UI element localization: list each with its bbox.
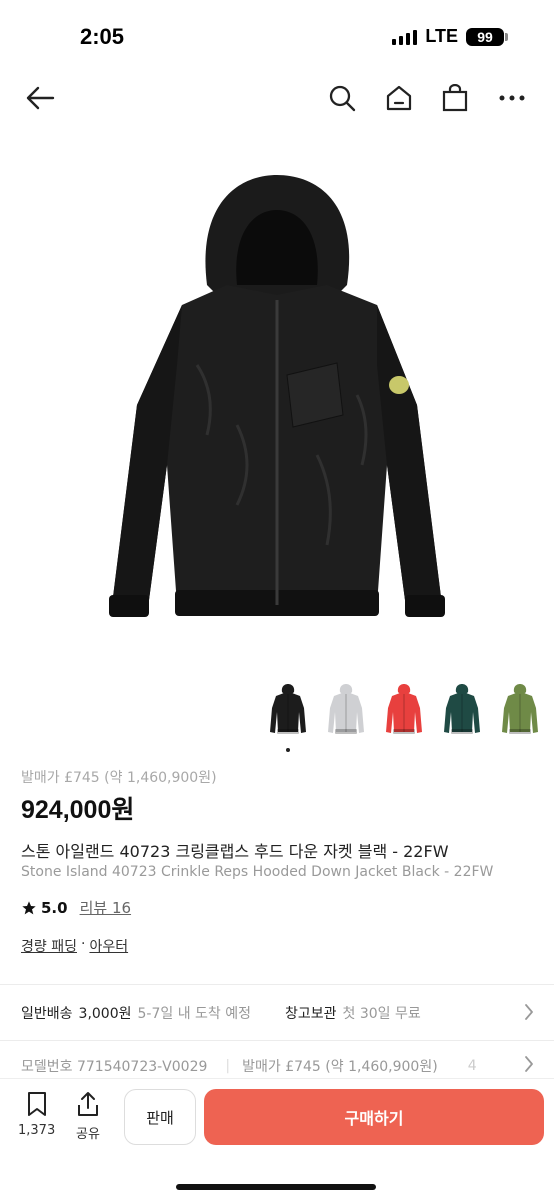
bag-button[interactable] [437,80,473,116]
status-indicators: LTE 99 [392,26,508,47]
jacket-thumbnail-icon [502,684,538,734]
status-bar: 2:05 LTE 99 [0,0,554,70]
shipping-fee: 3,000원 [78,1006,132,1022]
price: 924,000원 [21,796,135,824]
share-button[interactable]: 공유 [76,1091,100,1142]
top-nav [0,70,554,126]
color-thumbnail-red[interactable] [384,684,424,738]
category-separator: · [80,936,86,952]
model-number: 모델번호 771540723-V0029 [21,1059,208,1075]
more-button[interactable] [494,80,530,116]
divider [0,984,554,985]
share-label: 공유 [76,1127,100,1142]
signal-icon [392,29,418,45]
category-link-outer[interactable]: 아우터 [89,936,128,956]
bookmark-icon [27,1092,46,1116]
home-button[interactable] [381,80,417,116]
selected-indicator [286,748,290,752]
storage-label: 창고보관 [285,1006,337,1022]
color-thumbnail-grey[interactable] [326,684,366,738]
shipping-row[interactable]: 일반배송 3,000원 5-7일 내 도착 예정 창고보관 첫 30일 무료 [21,1001,534,1025]
rating-value: 5.0 [41,898,68,917]
buy-button[interactable]: 구매하기 [204,1089,544,1145]
category-link-light-padding[interactable]: 경량 패딩 [21,936,77,956]
original-price: 발매가 £745 (약 1,460,900원) [21,770,217,786]
product-info-row[interactable]: 모델번호 771540723-V0029 | 발매가 £745 (약 1,460… [21,1055,534,1077]
wish-button[interactable]: 1,373 [18,1091,55,1138]
jacket-thumbnail-icon [444,684,480,734]
jacket-thumbnail-icon [270,684,306,734]
share-icon [78,1092,98,1116]
search-button[interactable] [324,80,360,116]
divider [0,1040,554,1041]
network-label: LTE [425,26,458,46]
jacket-thumbnail-icon [328,684,364,734]
more-horizontal-icon [499,95,525,101]
color-thumbnail-olive[interactable] [500,684,540,738]
search-icon [329,85,356,112]
chevron-right-icon [518,1055,534,1073]
product-image[interactable] [0,140,554,660]
color-thumbnails [268,684,554,752]
wish-count: 1,373 [18,1123,56,1138]
color-thumbnail-black[interactable] [268,684,308,752]
arrow-left-icon [26,86,55,110]
star-icon [22,900,36,914]
jacket-image [109,175,445,617]
battery-level: 99 [466,27,504,46]
home-indicator [176,1184,376,1190]
product-title-ko: 스톤 아일랜드 40723 크링클랩스 후드 다운 자켓 블랙 - 22FW [21,842,449,861]
chevron-right-icon [525,1004,533,1020]
back-button[interactable] [22,80,58,116]
rating-row: 5.0 리뷰 16 [21,897,131,918]
color-thumbnail-green[interactable] [442,684,482,738]
product-title-en: Stone Island 40723 Crinkle Reps Hooded D… [21,864,494,880]
jacket-thumbnail-icon [386,684,422,734]
release-price: 발매가 £745 (약 1,460,900원) [242,1059,438,1075]
battery-icon: 99 [466,27,508,46]
shipping-label: 일반배송 [21,1006,73,1022]
storage-note: 첫 30일 무료 [342,1006,421,1022]
category-row: 경량 패딩 · 아우터 [21,936,128,956]
bottom-action-bar: 1,373 공유 판매 구매하기 [0,1078,554,1200]
info-more: 4 [467,1058,477,1074]
sell-button[interactable]: 판매 [124,1089,196,1145]
status-time: 2:05 [80,24,125,49]
shopping-bag-icon [442,84,468,112]
review-link[interactable]: 리뷰 16 [80,897,131,918]
shipping-eta: 5-7일 내 도착 예정 [137,1006,252,1022]
home-icon [386,85,412,111]
